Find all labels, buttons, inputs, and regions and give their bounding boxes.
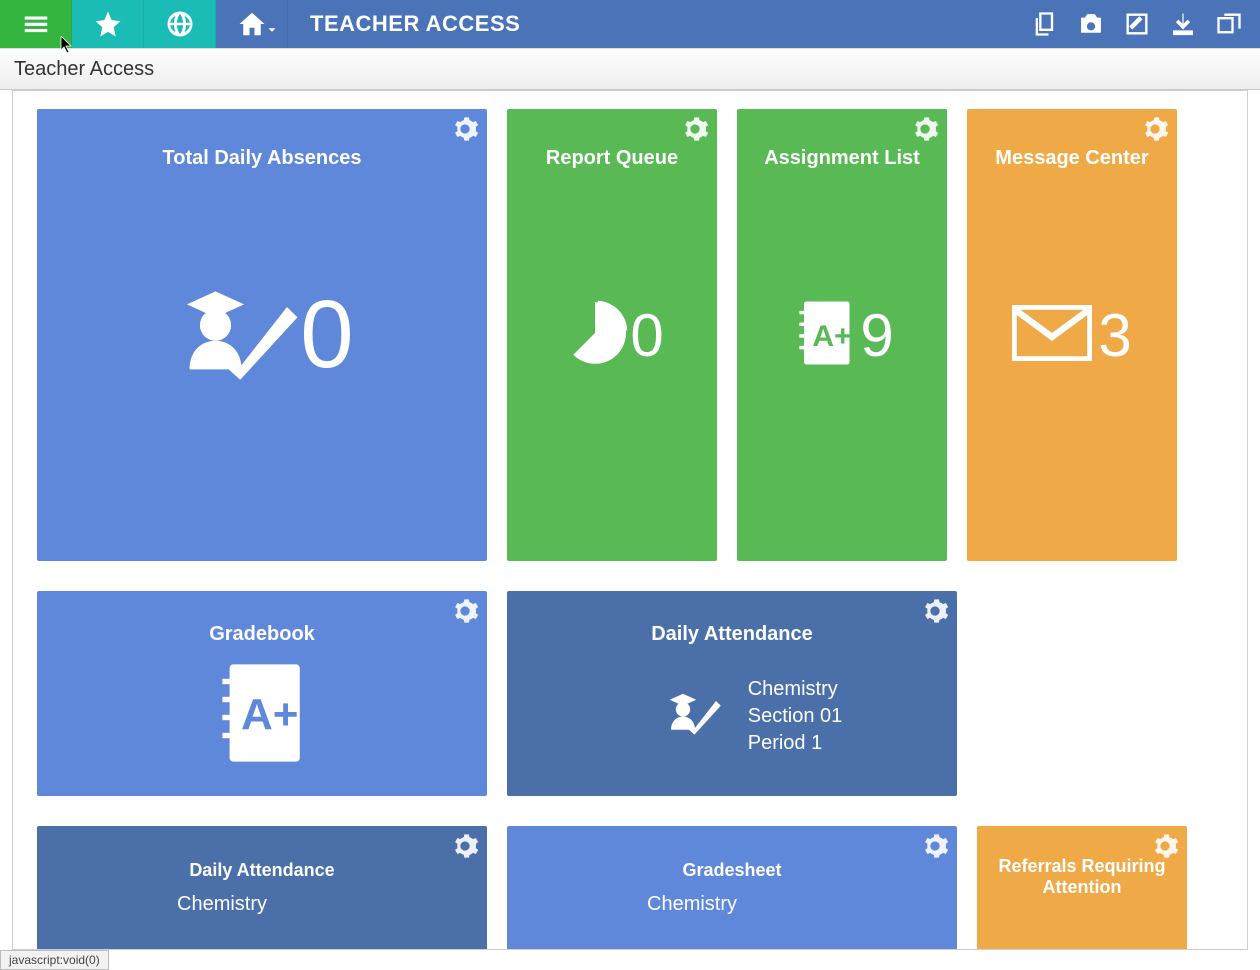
popout-button[interactable] [1114, 0, 1160, 48]
attendance-details: Chemistry [77, 891, 267, 918]
chevron-down-icon [265, 23, 279, 42]
tile-value: 0 [630, 301, 663, 370]
detail-line: Period 1 [748, 730, 843, 757]
home-button[interactable] [216, 0, 288, 48]
graduate-check-icon [170, 268, 300, 403]
gear-icon[interactable] [681, 115, 709, 148]
notebook-icon: A+ [217, 658, 307, 774]
tile-gradesheet[interactable]: Gradesheet Chemistry [507, 826, 957, 950]
gear-icon[interactable] [921, 832, 949, 865]
tile-report-queue[interactable]: Report Queue 0 [507, 109, 717, 561]
gear-icon[interactable] [911, 115, 939, 148]
tile-gradebook[interactable]: Gradebook A+ [37, 591, 487, 796]
windows-button[interactable] [1206, 0, 1252, 48]
tile-message-center[interactable]: Message Center 3 [967, 109, 1177, 561]
detail-line: Chemistry [647, 891, 737, 918]
copy-button[interactable] [1022, 0, 1068, 48]
tile-title: Gradebook [37, 591, 487, 646]
tile-title: Total Daily Absences [37, 109, 487, 170]
gradesheet-details: Chemistry [547, 891, 737, 918]
detail-line: Section 01 [748, 703, 843, 730]
gear-icon[interactable] [451, 115, 479, 148]
gear-icon[interactable] [1141, 115, 1169, 148]
dashboard: Total Daily Absences 0 Report Queue 0 As… [12, 90, 1248, 950]
detail-line: Chemistry [177, 891, 267, 918]
graduate-check-icon [662, 683, 722, 749]
tile-daily-attendance[interactable]: Daily Attendance Chemistry Section 01 Pe… [507, 591, 957, 796]
notebook-icon: A+ [790, 298, 860, 373]
toolbar-right [1022, 0, 1260, 48]
tile-daily-attendance-2[interactable]: Daily Attendance Chemistry [37, 826, 487, 950]
attendance-details: Chemistry Section 01 Period 1 [748, 676, 843, 757]
tile-value: 0 [300, 280, 353, 390]
gear-icon[interactable] [1151, 832, 1179, 865]
web-button[interactable] [144, 0, 216, 48]
tile-title: Daily Attendance [507, 591, 957, 646]
pie-chart-icon [560, 298, 630, 373]
detail-line: Chemistry [748, 676, 843, 703]
favorites-button[interactable] [72, 0, 144, 48]
gear-icon[interactable] [451, 597, 479, 630]
tile-value: 9 [860, 301, 893, 370]
menu-button[interactable] [0, 0, 72, 48]
tile-title: Daily Attendance [37, 826, 487, 881]
breadcrumb: Teacher Access [14, 58, 154, 81]
tile-assignment-list[interactable]: Assignment List A+ 9 [737, 109, 947, 561]
screenshot-button[interactable] [1068, 0, 1114, 48]
top-toolbar: TEACHER ACCESS [0, 0, 1260, 48]
gear-icon[interactable] [921, 597, 949, 630]
tile-title: Gradesheet [507, 826, 957, 881]
gear-icon[interactable] [451, 832, 479, 865]
tile-referrals[interactable]: Referrals Requiring Attention [977, 826, 1187, 950]
app-title: TEACHER ACCESS [288, 11, 520, 37]
breadcrumb-bar: Teacher Access [0, 48, 1260, 90]
status-bar: javascript:void(0) [0, 950, 109, 970]
tile-total-daily-absences[interactable]: Total Daily Absences 0 [37, 109, 487, 561]
tile-value: 3 [1098, 301, 1131, 370]
download-button[interactable] [1160, 0, 1206, 48]
envelope-icon [1012, 305, 1092, 366]
